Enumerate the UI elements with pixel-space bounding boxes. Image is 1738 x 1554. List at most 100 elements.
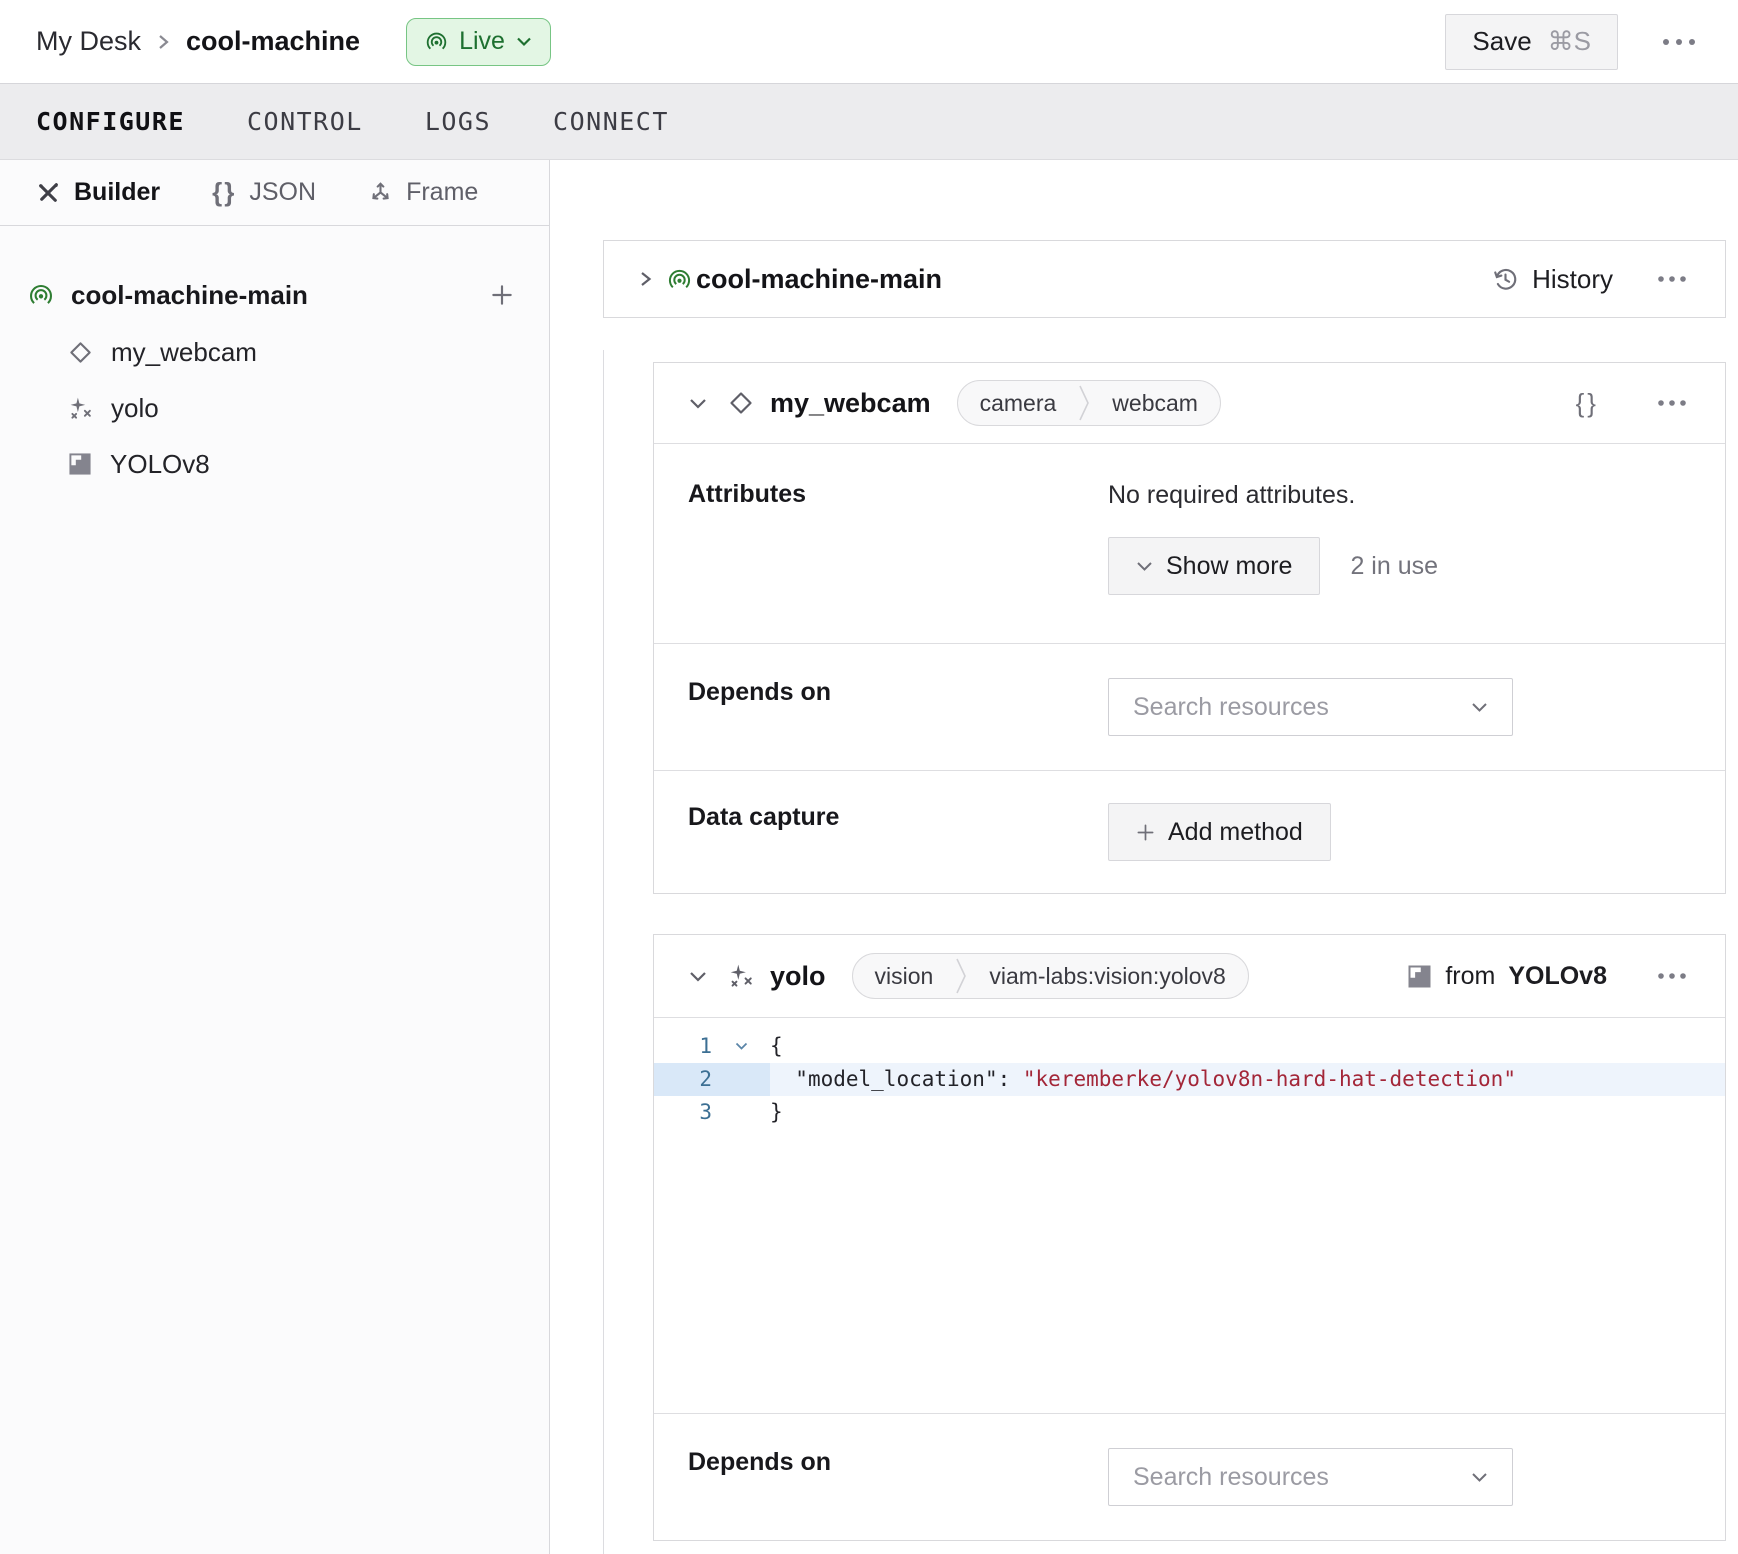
history-button[interactable]: History [1492,264,1613,295]
fold-chevron-icon[interactable] [712,1030,770,1063]
camera-diamond-icon [728,390,754,416]
breadcrumb: My Desk cool-machine [36,26,360,57]
mode-tab-builder-label: Builder [74,178,160,207]
show-more-label: Show more [1166,552,1292,581]
expand-part-chevron-button[interactable] [634,264,657,294]
machine-nav-tabs: CONFIGURE CONTROL LOGS CONNECT [0,84,1738,160]
viam-app-window: My Desk cool-machine Live Save ⌘S [0,0,1738,1554]
ellipsis-icon [1657,972,1687,980]
add-resource-button[interactable] [485,278,519,312]
add-method-button[interactable]: Add method [1108,803,1331,861]
camera-diamond-icon [68,340,93,365]
topbar-more-menu-button[interactable] [1654,30,1704,54]
tree-item-yolo[interactable]: yolo [68,380,519,436]
tab-connect[interactable]: CONNECT [553,107,669,136]
badge-divider-icon [955,953,967,999]
from-prefix: from [1445,962,1495,991]
chevron-down-icon [1471,702,1488,713]
sidebar: Builder {} JSON Frame [0,160,550,1554]
data-capture-section: Data capture Add method [654,770,1725,893]
line-number: 1 [654,1030,712,1063]
part-title: cool-machine-main [696,264,942,295]
code-text: "model_location": "keremberke/yolov8n-ha… [770,1063,1725,1096]
depends-on-placeholder: Search resources [1133,1463,1329,1492]
badge-model: viam-labs:vision:yolov8 [967,963,1247,990]
plus-icon [1136,823,1155,842]
collapse-card-chevron-button[interactable] [684,393,712,414]
chevron-down-icon [1471,1472,1488,1483]
mode-tab-json[interactable]: {} JSON [212,177,316,208]
card-more-menu-button[interactable] [1649,964,1695,988]
attributes-empty-message: No required attributes. [1108,480,1691,511]
from-module-name: YOLOv8 [1508,962,1607,991]
mode-tab-frame-label: Frame [406,178,478,207]
attributes-in-use-count: 2 in use [1350,552,1438,581]
line-number: 3 [654,1096,712,1129]
show-more-button[interactable]: Show more [1108,537,1320,595]
edit-json-button[interactable]: {} [1568,380,1607,427]
depends-on-select[interactable]: Search resources [1108,678,1513,736]
live-label: Live [459,27,505,56]
mode-tab-json-label: JSON [249,178,316,207]
attributes-section: Attributes No required attributes. Show … [654,443,1725,643]
yolo-card-header: yolo vision viam-labs:vision:yolov8 [654,935,1725,1017]
broadcast-icon [425,30,448,53]
code-line-3[interactable]: 3 } [654,1096,1725,1129]
tab-control[interactable]: CONTROL [247,107,363,136]
tree-item-yolov8-module[interactable]: YOLOv8 [68,436,519,492]
tree-item-label: yolo [111,393,159,424]
braces-icon: {} [212,177,236,208]
part-more-menu-button[interactable] [1649,267,1695,291]
depends-on-select[interactable]: Search resources [1108,1448,1513,1506]
component-card-my-webcam: my_webcam camera webcam {} [653,362,1726,894]
collapse-card-chevron-button[interactable] [684,966,712,987]
braces-icon: {} [1576,388,1599,419]
my-webcam-card-header: my_webcam camera webcam {} [654,363,1725,443]
save-label: Save [1472,26,1531,57]
ellipsis-icon [1662,38,1696,46]
breadcrumb-machine-name: cool-machine [186,26,360,57]
workspace: Builder {} JSON Frame [0,160,1738,1554]
card-more-menu-button[interactable] [1649,391,1695,415]
mode-tab-frame[interactable]: Frame [368,178,478,207]
history-clock-icon [1492,266,1519,293]
mode-tab-builder[interactable]: Builder [36,178,160,207]
resource-tree: cool-machine-main my_webcam [0,226,549,492]
ellipsis-icon [1657,399,1687,407]
tree-item-label: my_webcam [111,337,257,368]
save-button[interactable]: Save ⌘S [1445,14,1618,70]
component-name: my_webcam [770,388,931,419]
badge-divider-icon [1078,380,1090,426]
chevron-down-icon [516,36,532,47]
depends-on-label: Depends on [688,678,1108,736]
attributes-json-editor[interactable]: 1 { 2 "model_ [654,1017,1725,1413]
machine-part-icon [28,282,54,308]
depends-on-section: Depends on Search resources [654,1413,1725,1540]
tree-item-machine-part[interactable]: cool-machine-main [28,266,519,324]
tree-item-my-webcam[interactable]: my_webcam [68,324,519,380]
add-method-label: Add method [1168,818,1303,847]
badge-model: webcam [1090,390,1220,417]
sparkles-icon [728,963,754,989]
live-status-dropdown[interactable]: Live [406,18,551,66]
component-name: yolo [770,961,826,992]
history-label: History [1532,264,1613,295]
badge-type: camera [958,390,1079,417]
breadcrumb-location-link[interactable]: My Desk [36,26,141,57]
module-icon [68,452,92,476]
code-line-2[interactable]: 2 "model_location": "keremberke/yolov8n-… [654,1063,1725,1096]
tab-configure[interactable]: CONFIGURE [36,107,185,136]
from-module-link[interactable]: from YOLOv8 [1407,962,1607,991]
attributes-label: Attributes [688,480,1108,595]
data-capture-label: Data capture [688,803,1108,861]
ellipsis-icon [1657,275,1687,283]
tab-logs[interactable]: LOGS [425,107,491,136]
sparkles-icon [68,396,93,421]
top-bar: My Desk cool-machine Live Save ⌘S [0,0,1738,84]
type-model-badge: vision viam-labs:vision:yolov8 [852,953,1249,999]
breadcrumb-chevron-icon [157,32,170,52]
module-icon [1407,964,1432,989]
code-line-1[interactable]: 1 { [654,1030,1725,1063]
tree-item-label: YOLOv8 [110,449,210,480]
config-mode-tabs: Builder {} JSON Frame [0,160,549,226]
